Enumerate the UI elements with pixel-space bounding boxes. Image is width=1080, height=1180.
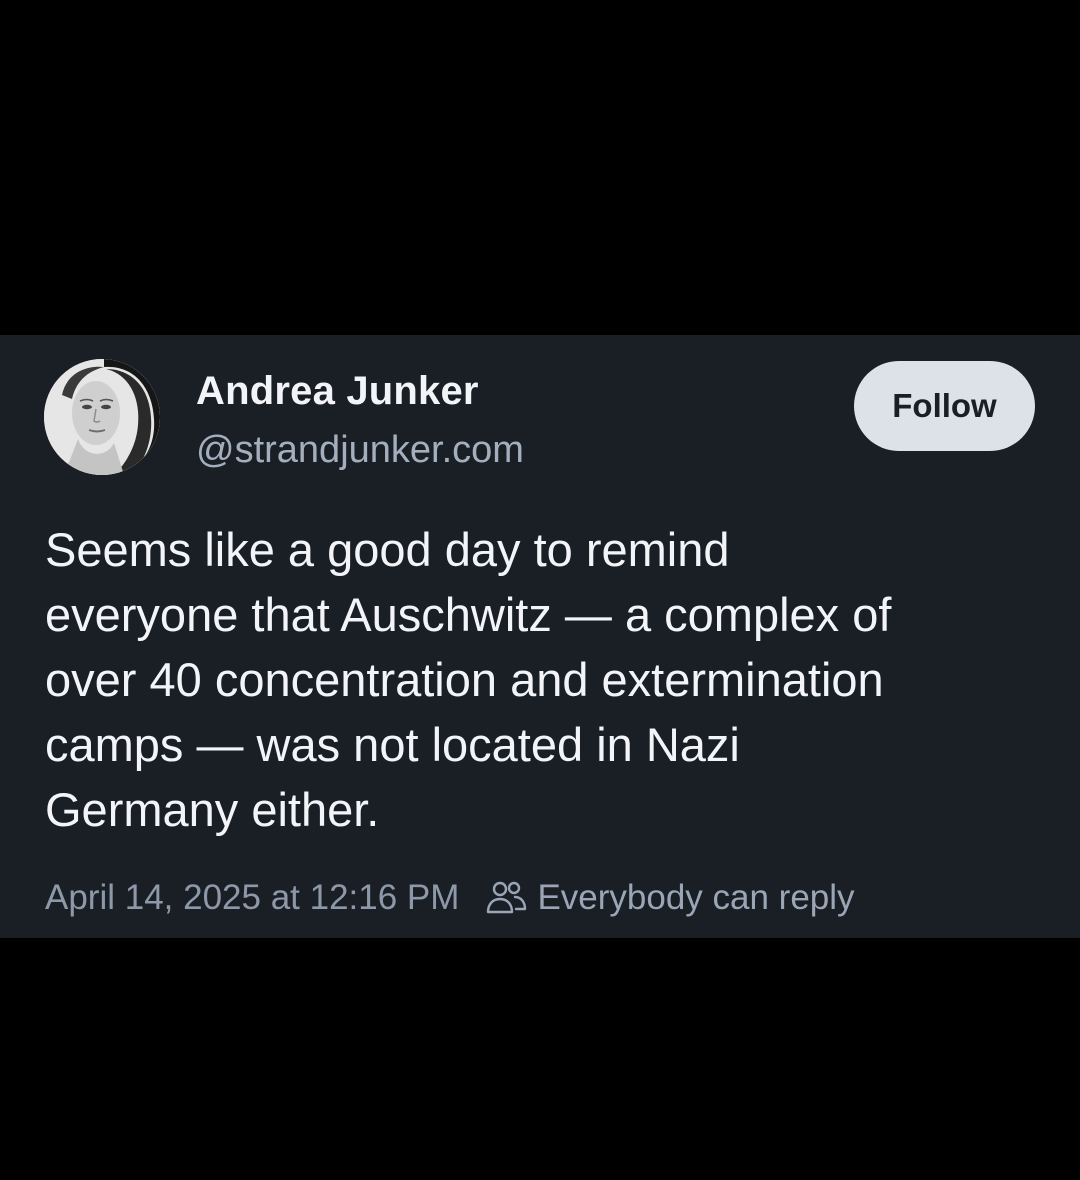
post-meta: April 14, 2025 at 12:16 PM Everybody can… (45, 873, 855, 923)
post-text-line: Germany either. (45, 783, 380, 836)
avatar[interactable] (44, 359, 160, 475)
avatar-photo (44, 359, 160, 475)
post-timestamp[interactable]: April 14, 2025 at 12:16 PM (45, 878, 459, 918)
post-text-line: over 40 concentration and extermination (45, 653, 884, 706)
people-icon (487, 881, 527, 914)
author-handle[interactable]: @strandjunker.com (196, 429, 524, 472)
post-text-line: everyone that Auschwitz — a complex of (45, 588, 892, 641)
post-card: Andrea Junker @strandjunker.com Follow S… (0, 335, 1080, 938)
reply-setting-label: Everybody can reply (537, 878, 855, 917)
author-display-name[interactable]: Andrea Junker (196, 369, 479, 414)
follow-button[interactable]: Follow (854, 361, 1035, 451)
post-text: Seems like a good day to remind everyone… (45, 517, 1045, 842)
reply-setting[interactable]: Everybody can reply (485, 878, 855, 918)
post-text-line: Seems like a good day to remind (45, 523, 730, 576)
post-text-line: camps — was not located in Nazi (45, 718, 740, 771)
